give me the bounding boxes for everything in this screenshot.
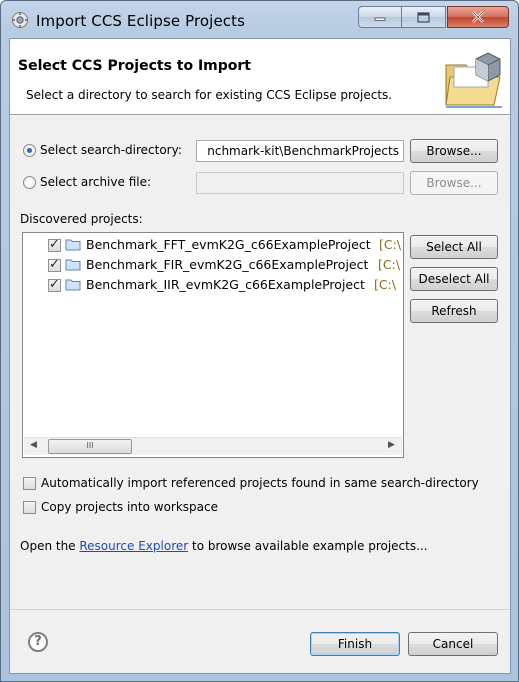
project-name: Benchmark_IIR_evmK2G_c66ExampleProject [86, 277, 365, 292]
project-checkbox[interactable] [48, 237, 61, 252]
project-path: [C:\ [378, 257, 401, 272]
dialog-client-area: Select CCS Projects to Import Select a d… [9, 38, 511, 674]
browse-archive-button[interactable]: Browse... [410, 171, 498, 195]
project-folder-icon [65, 279, 81, 291]
deselect-all-button[interactable]: Deselect All [410, 267, 498, 291]
title-bar[interactable]: Import CCS Eclipse Projects [1, 1, 518, 38]
archive-file-input[interactable] [196, 172, 404, 194]
search-directory-label: Select search-directory: [40, 143, 182, 157]
projects-tree[interactable]: Benchmark_FFT_evmK2G_c66ExampleProject [… [22, 232, 404, 458]
close-icon [472, 11, 484, 23]
scroll-thumb[interactable]: III [48, 439, 132, 454]
project-checkbox[interactable] [48, 277, 61, 292]
discovered-projects-label: Discovered projects: [20, 212, 143, 226]
scroll-right-arrow-icon[interactable]: ▶ [388, 440, 395, 450]
select-all-button[interactable]: Select All [410, 235, 498, 259]
copy-into-workspace-label: Copy projects into workspace [41, 500, 219, 514]
project-name: Benchmark_FFT_evmK2G_c66ExampleProject [86, 237, 371, 252]
footer-separator [10, 609, 510, 610]
search-directory-radio[interactable] [23, 144, 36, 157]
search-directory-value: nchmark-kit\BenchmarkProjects [207, 144, 399, 158]
help-icon[interactable]: ? [28, 632, 48, 652]
resource-line-prefix: Open the [20, 539, 80, 553]
copy-into-workspace-checkbox[interactable] [23, 501, 36, 514]
minimize-icon [374, 17, 386, 21]
resource-line-suffix: to browse available example projects... [188, 539, 428, 553]
dialog-header: Select CCS Projects to Import Select a d… [10, 39, 510, 115]
project-path: [C:\ [379, 237, 402, 252]
project-row[interactable]: Benchmark_FFT_evmK2G_c66ExampleProject [… [23, 235, 403, 255]
browse-directory-button[interactable]: Browse... [410, 139, 498, 163]
close-button[interactable] [447, 6, 509, 28]
maximize-icon [417, 11, 430, 23]
project-name: Benchmark_FIR_evmK2G_c66ExampleProject [86, 257, 369, 272]
project-folder-icon [65, 239, 81, 251]
resource-explorer-link[interactable]: Resource Explorer [79, 539, 188, 553]
auto-import-checkbox[interactable] [23, 477, 36, 490]
auto-import-label: Automatically import referenced projects… [41, 476, 479, 490]
minimize-button[interactable] [358, 6, 402, 28]
tree-horizontal-scrollbar[interactable]: ◀ III ▶ [24, 437, 402, 455]
project-folder-icon [65, 259, 81, 271]
resource-explorer-line: Open the Resource Explorer to browse ava… [20, 539, 428, 553]
search-directory-input[interactable]: nchmark-kit\BenchmarkProjects [196, 140, 404, 162]
import-dialog-window: Import CCS Eclipse Projects Select CCS P… [0, 0, 519, 682]
project-row[interactable]: Benchmark_IIR_evmK2G_c66ExampleProject [… [23, 275, 403, 295]
maximize-button[interactable] [402, 6, 446, 28]
finish-button[interactable]: Finish [310, 632, 400, 656]
page-title: Select CCS Projects to Import [18, 58, 251, 74]
project-row[interactable]: Benchmark_FIR_evmK2G_c66ExampleProject [… [23, 255, 403, 275]
page-subtitle: Select a directory to search for existin… [26, 88, 393, 102]
window-title: Import CCS Eclipse Projects [36, 12, 246, 30]
scroll-left-arrow-icon[interactable]: ◀ [30, 440, 37, 450]
ccs-app-icon [12, 12, 28, 28]
project-path: [C:\ [374, 277, 397, 292]
archive-file-radio[interactable] [23, 176, 36, 189]
cancel-button[interactable]: Cancel [408, 632, 498, 656]
import-folder-icon [445, 52, 502, 108]
project-checkbox[interactable] [48, 257, 61, 272]
archive-file-label: Select archive file: [40, 175, 152, 189]
refresh-button[interactable]: Refresh [410, 299, 498, 323]
